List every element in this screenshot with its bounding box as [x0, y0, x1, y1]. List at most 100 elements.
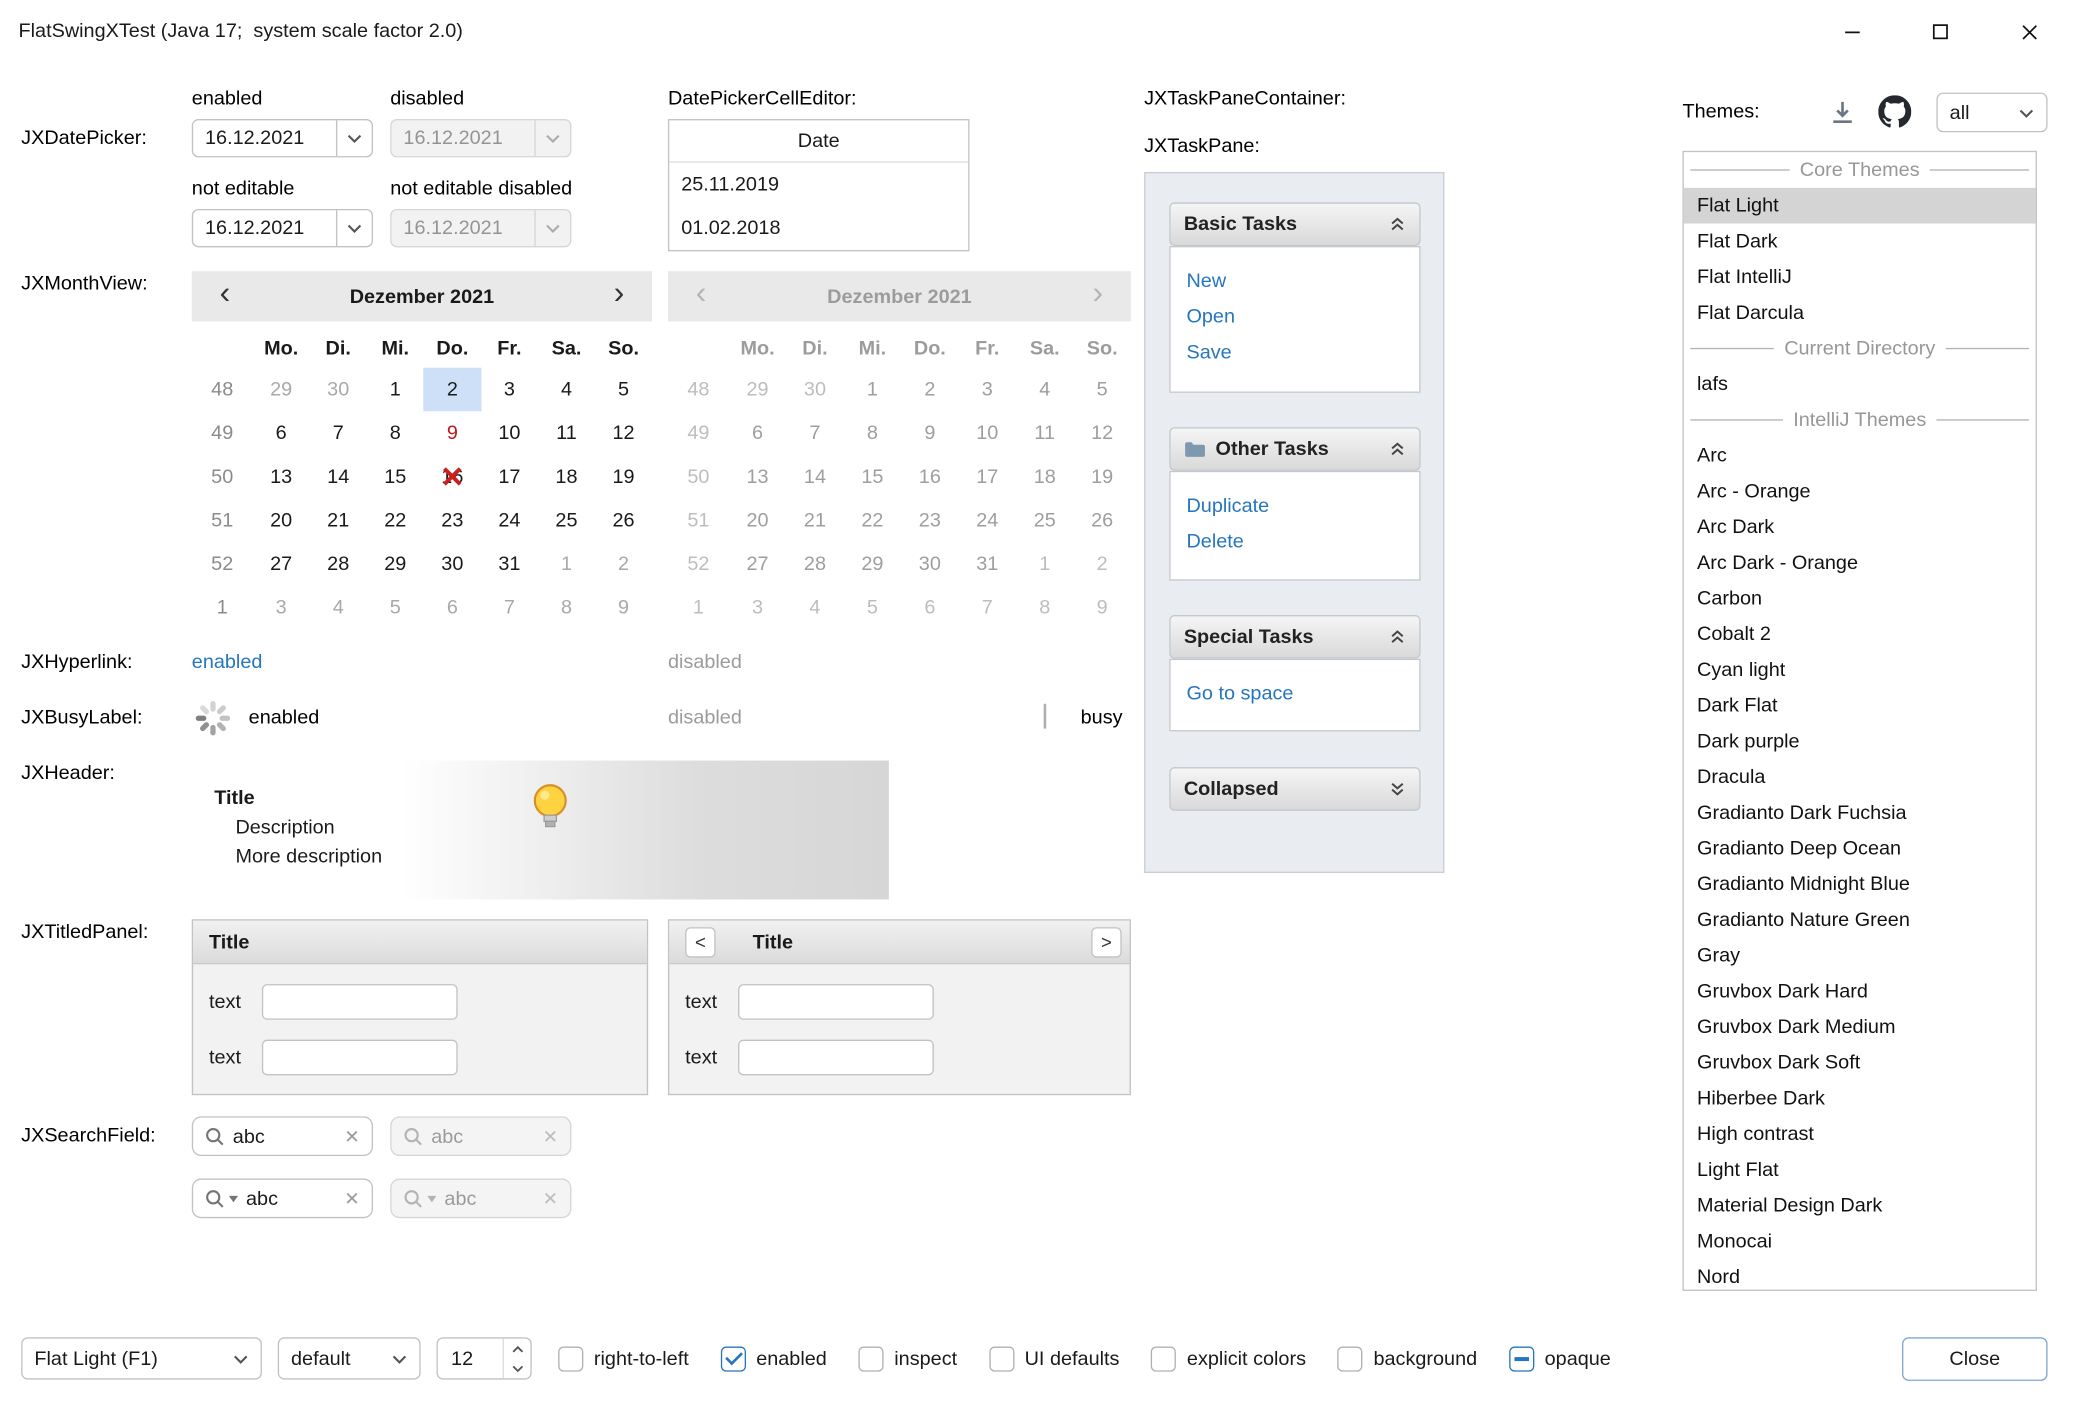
- option-checkbox[interactable]: inspect: [859, 1346, 958, 1371]
- day-cell[interactable]: 9: [595, 586, 652, 630]
- day-cell[interactable]: 19: [595, 455, 652, 499]
- spinner-down-button[interactable]: [504, 1358, 530, 1378]
- theme-list-item[interactable]: Carbon: [1684, 581, 2036, 617]
- theme-list-item[interactable]: High contrast: [1684, 1116, 2036, 1152]
- day-cell[interactable]: 27: [253, 542, 310, 586]
- titledpanel-right-button[interactable]: >: [1091, 927, 1121, 957]
- day-cell[interactable]: 4: [538, 368, 595, 412]
- day-cell[interactable]: 3: [481, 368, 538, 412]
- clear-search-icon[interactable]: ✕: [344, 1189, 360, 1208]
- download-themes-button[interactable]: [1825, 95, 1859, 129]
- day-cell[interactable]: 25: [538, 499, 595, 543]
- searchfield-enabled[interactable]: abc ✕: [192, 1116, 373, 1156]
- day-cell[interactable]: 8: [538, 586, 595, 630]
- theme-list-item[interactable]: Gradianto Nature Green: [1684, 902, 2036, 938]
- collapse-chevron-icon[interactable]: [1389, 440, 1406, 457]
- theme-list-item[interactable]: Light Flat: [1684, 1152, 2036, 1188]
- option-checkbox[interactable]: UI defaults: [989, 1346, 1120, 1371]
- minimize-button[interactable]: [1821, 0, 1882, 63]
- day-cell[interactable]: 7: [310, 411, 367, 455]
- close-window-button[interactable]: [1999, 0, 2060, 63]
- theme-list-item[interactable]: Gray: [1684, 938, 2036, 974]
- theme-list-item[interactable]: Cyan light: [1684, 652, 2036, 688]
- theme-list-item[interactable]: Flat Light: [1684, 188, 2036, 224]
- theme-list-item[interactable]: Gruvbox Dark Soft: [1684, 1045, 2036, 1081]
- day-cell[interactable]: 48: [192, 368, 253, 412]
- day-cell[interactable]: 9: [424, 411, 481, 455]
- checkbox-box[interactable]: [558, 1346, 583, 1371]
- table-row[interactable]: 25.11.2019: [669, 163, 968, 207]
- day-cell[interactable]: 15: [367, 455, 424, 499]
- day-cell[interactable]: 30: [310, 368, 367, 412]
- day-cell[interactable]: 6: [424, 586, 481, 630]
- day-cell[interactable]: 16: [424, 455, 481, 499]
- day-cell[interactable]: 5: [367, 586, 424, 630]
- search-menu-arrow-icon[interactable]: [229, 1195, 238, 1202]
- search-input[interactable]: abc: [246, 1187, 336, 1209]
- checkbox-box[interactable]: [1338, 1346, 1363, 1371]
- day-cell[interactable]: 3: [253, 586, 310, 630]
- day-cell[interactable]: 51: [192, 499, 253, 543]
- github-button[interactable]: [1876, 93, 1913, 130]
- day-cell[interactable]: 6: [253, 411, 310, 455]
- taskpane-link[interactable]: Save: [1186, 335, 1419, 371]
- checkbox-box[interactable]: [989, 1346, 1014, 1371]
- day-cell[interactable]: 13: [253, 455, 310, 499]
- checkbox-box[interactable]: [859, 1346, 884, 1371]
- theme-list-item[interactable]: Dracula: [1684, 759, 2036, 795]
- taskpane-link[interactable]: Duplicate: [1186, 488, 1419, 524]
- theme-list-item[interactable]: Flat IntelliJ: [1684, 259, 2036, 295]
- datepicker-not-editable[interactable]: 16.12.2021: [192, 209, 373, 247]
- theme-list-item[interactable]: Arc Dark: [1684, 509, 2036, 545]
- theme-list-item[interactable]: Gruvbox Dark Hard: [1684, 974, 2036, 1010]
- datepicker-dropdown-button[interactable]: [336, 120, 372, 156]
- day-cell[interactable]: 20: [253, 499, 310, 543]
- taskpane-link[interactable]: Open: [1186, 299, 1419, 335]
- theme-list-item[interactable]: Gradianto Deep Ocean: [1684, 831, 2036, 867]
- theme-list-item[interactable]: Arc Dark - Orange: [1684, 545, 2036, 581]
- prev-month-button[interactable]: ‹: [208, 278, 242, 315]
- taskpane-special-tasks-header[interactable]: Special Tasks: [1169, 615, 1420, 659]
- close-button[interactable]: Close: [1902, 1337, 2047, 1381]
- day-cell[interactable]: 14: [310, 455, 367, 499]
- datepicker-enabled[interactable]: 16.12.2021: [192, 119, 373, 157]
- day-cell[interactable]: 12: [595, 411, 652, 455]
- day-cell[interactable]: 17: [481, 455, 538, 499]
- day-cell[interactable]: 30: [424, 542, 481, 586]
- taskpane-other-tasks-header[interactable]: Other Tasks: [1169, 427, 1420, 471]
- day-cell[interactable]: 22: [367, 499, 424, 543]
- theme-list-item[interactable]: Gradianto Midnight Blue: [1684, 866, 2036, 902]
- taskpane-basic-tasks-header[interactable]: Basic Tasks: [1169, 202, 1420, 246]
- day-cell[interactable]: 31: [481, 542, 538, 586]
- theme-list-item[interactable]: Dark Flat: [1684, 688, 2036, 724]
- font-size-spinner[interactable]: 12: [436, 1337, 531, 1379]
- text-input[interactable]: [738, 1040, 934, 1076]
- theme-list-item[interactable]: Core Themes: [1684, 152, 2036, 188]
- day-cell[interactable]: 26: [595, 499, 652, 543]
- day-cell[interactable]: 1: [367, 368, 424, 412]
- day-cell[interactable]: 10: [481, 411, 538, 455]
- day-cell[interactable]: 49: [192, 411, 253, 455]
- laf-combobox[interactable]: Flat Light (F1): [21, 1337, 262, 1379]
- theme-list-item[interactable]: Flat Darcula: [1684, 295, 2036, 331]
- option-checkbox[interactable]: background: [1338, 1346, 1477, 1371]
- text-input[interactable]: [738, 984, 934, 1020]
- theme-list-item[interactable]: Hiberbee Dark: [1684, 1081, 2036, 1117]
- theme-list-item[interactable]: Gradianto Dark Fuchsia: [1684, 795, 2036, 831]
- theme-list-item[interactable]: Arc: [1684, 438, 2036, 474]
- theme-list-item[interactable]: Nord: [1684, 1259, 2036, 1291]
- table-row[interactable]: 01.02.2018: [669, 206, 968, 250]
- collapse-chevron-icon[interactable]: [1389, 628, 1406, 645]
- day-cell[interactable]: 2: [424, 368, 481, 412]
- theme-list-item[interactable]: Dark purple: [1684, 724, 2036, 760]
- datepicker-dropdown-button[interactable]: [336, 210, 372, 246]
- day-cell[interactable]: 29: [253, 368, 310, 412]
- collapse-chevron-icon[interactable]: [1389, 216, 1406, 233]
- theme-list-item[interactable]: IntelliJ Themes: [1684, 402, 2036, 438]
- day-cell[interactable]: 28: [310, 542, 367, 586]
- theme-list-item[interactable]: Current Directory: [1684, 331, 2036, 367]
- clear-search-icon[interactable]: ✕: [344, 1127, 360, 1146]
- next-month-button[interactable]: ›: [602, 278, 636, 315]
- theme-list-item[interactable]: Cobalt 2: [1684, 616, 2036, 652]
- expand-chevron-icon[interactable]: [1389, 780, 1406, 797]
